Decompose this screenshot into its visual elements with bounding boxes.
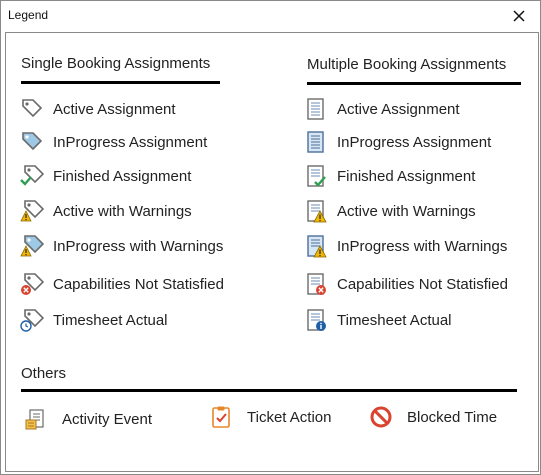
blocked-icon — [369, 405, 393, 429]
tag-error-icon — [20, 272, 44, 296]
tag-filled-icon — [20, 130, 44, 154]
single-booking-rule — [21, 81, 220, 84]
legend-item-finished-assignment: Finished Assignment — [20, 163, 191, 189]
document-check-icon — [304, 164, 328, 188]
legend-label: Active with Warnings — [337, 202, 476, 220]
window-title: Legend — [8, 8, 49, 22]
document-filled-icon — [304, 130, 328, 154]
legend-label: Active Assignment — [53, 100, 176, 118]
document-filled-warning-icon — [304, 234, 328, 258]
legend-item-multi-finished-assignment: Finished Assignment — [304, 163, 475, 189]
legend-item-capabilities-not-satisfied: Capabilities Not Statisfied — [20, 271, 224, 297]
activity-event-icon — [24, 407, 48, 431]
legend-panel: Single Booking Assignments Multiple Book… — [5, 32, 539, 472]
legend-label: Finished Assignment — [53, 167, 192, 185]
legend-label: Timesheet Actual — [337, 311, 452, 329]
title-bar: Legend — [1, 1, 540, 31]
document-error-icon — [304, 272, 328, 296]
close-button[interactable] — [506, 4, 532, 28]
legend-label: Active Assignment — [337, 100, 460, 118]
legend-item-inprogress-with-warnings: InProgress with Warnings — [20, 233, 223, 259]
legend-label: Capabilities Not Statisfied — [337, 275, 508, 293]
legend-item-active-assignment: Active Assignment — [20, 96, 176, 122]
legend-label: InProgress with Warnings — [337, 237, 508, 255]
legend-item-active-with-warnings: Active with Warnings — [20, 198, 192, 224]
tag-warning-icon — [20, 199, 44, 223]
document-warning-icon — [304, 199, 328, 223]
others-rule — [21, 389, 517, 392]
multiple-booking-heading: Multiple Booking Assignments — [307, 56, 507, 73]
legend-label: Activity Event — [62, 410, 153, 428]
legend-label: Active with Warnings — [53, 202, 192, 220]
legend-item-multi-inprogress-assignment: InProgress Assignment — [304, 129, 491, 155]
single-booking-heading: Single Booking Assignments — [21, 55, 211, 72]
close-icon — [513, 10, 525, 22]
others-heading: Others — [21, 365, 67, 382]
legend-item-multi-active-assignment: Active Assignment — [304, 96, 460, 122]
legend-dialog: Legend Single Booking Assignments Multip… — [0, 0, 541, 475]
legend-item-multi-inprogress-with-warnings: InProgress with Warnings — [304, 233, 507, 259]
multiple-booking-rule — [307, 82, 521, 85]
legend-label: InProgress Assignment — [337, 133, 492, 151]
tag-icon — [20, 97, 44, 121]
legend-label: Blocked Time — [407, 408, 498, 426]
legend-label: InProgress with Warnings — [53, 237, 224, 255]
legend-item-multi-timesheet-actual: Timesheet Actual — [304, 307, 452, 333]
legend-item-activity-event: Activity Event — [24, 406, 152, 432]
legend-label: Timesheet Actual — [53, 311, 168, 329]
legend-item-timesheet-actual: Timesheet Actual — [20, 307, 168, 333]
legend-label: Capabilities Not Statisfied — [53, 275, 224, 293]
document-info-icon — [304, 308, 328, 332]
legend-label: Finished Assignment — [337, 167, 476, 185]
legend-item-ticket-action: Ticket Action — [209, 404, 331, 430]
document-icon — [304, 97, 328, 121]
tag-filled-warning-icon — [20, 234, 44, 258]
legend-item-blocked-time: Blocked Time — [369, 404, 497, 430]
legend-label: InProgress Assignment — [53, 133, 208, 151]
legend-item-inprogress-assignment: InProgress Assignment — [20, 129, 207, 155]
tag-clock-icon — [20, 308, 44, 332]
legend-item-multi-capabilities-not-satisfied: Capabilities Not Statisfied — [304, 271, 508, 297]
legend-item-multi-active-with-warnings: Active with Warnings — [304, 198, 476, 224]
clipboard-check-icon — [209, 405, 233, 429]
legend-label: Ticket Action — [247, 408, 332, 426]
tag-check-icon — [20, 164, 44, 188]
